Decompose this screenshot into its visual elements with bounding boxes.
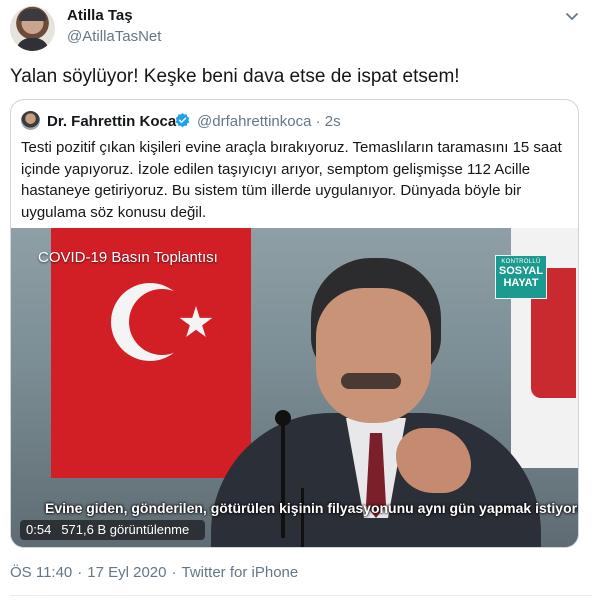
kontrollu-sosyal-hayat-badge: KONTROLLÜ SOSYAL HAYAT xyxy=(495,255,547,299)
chevron-down-icon[interactable] xyxy=(562,6,582,26)
quoted-author-handle: @drfahrettinkoca · 2s xyxy=(197,113,341,130)
author-avatar[interactable] xyxy=(10,6,55,51)
avatar-shirt xyxy=(16,38,49,51)
video-player[interactable]: COVID-19 Basın Toplantısı KONTROLLÜ SOSY… xyxy=(11,228,578,547)
author-handle[interactable]: @AtillaTasNet xyxy=(67,28,161,45)
video-stats: 0:54 571,6 B görüntülenme xyxy=(20,520,206,540)
divider xyxy=(10,595,592,596)
microphone-stand-2 xyxy=(301,488,304,547)
tweet-source[interactable]: Twitter for iPhone xyxy=(182,564,299,581)
avatar-hat xyxy=(19,9,46,21)
video-subtitle: Evine giden, gönderilen, götürülen kişin… xyxy=(45,500,578,516)
quoted-author-name: Dr. Fahrettin Koca xyxy=(47,113,177,130)
speaker-moustache xyxy=(341,373,401,389)
meta-separator-2: · xyxy=(171,564,177,581)
quoted-tweet-text: Testi pozitif çıkan kişileri evine araçl… xyxy=(21,139,562,221)
flag-crescent-cut xyxy=(129,289,195,355)
video-overlay-title: COVID-19 Basın Toplantısı xyxy=(38,249,218,266)
video-views: 571,6 B görüntülenme xyxy=(61,522,190,537)
tweet-meta: ÖS 11:40 · 17 Eyl 2020 · Twitter for iPhone xyxy=(10,564,298,581)
speaker-hand xyxy=(396,428,471,493)
meta-separator: · xyxy=(77,564,83,581)
tweet-text: Yalan söylüyor! Keşke beni dava etse de … xyxy=(10,66,460,87)
author-name[interactable]: Atilla Taş xyxy=(67,7,133,24)
speaker-face xyxy=(316,288,431,423)
tweet-date[interactable]: 17 Eyl 2020 xyxy=(87,564,166,581)
tweet-header: Atilla Taş @AtillaTasNet xyxy=(0,0,602,60)
badge-line-3: HAYAT xyxy=(503,277,539,289)
video-duration: 0:54 xyxy=(26,522,52,537)
quoted-author-avatar xyxy=(21,111,40,130)
tweet-time[interactable]: ÖS 11:40 xyxy=(10,564,72,581)
verified-badge-icon xyxy=(175,113,190,128)
quoted-tweet[interactable]: Dr. Fahrettin Koca @drfahrettinkoca · 2s… xyxy=(10,99,579,548)
microphone-stand xyxy=(281,418,285,538)
badge-line-2: SOSYAL xyxy=(498,265,544,277)
